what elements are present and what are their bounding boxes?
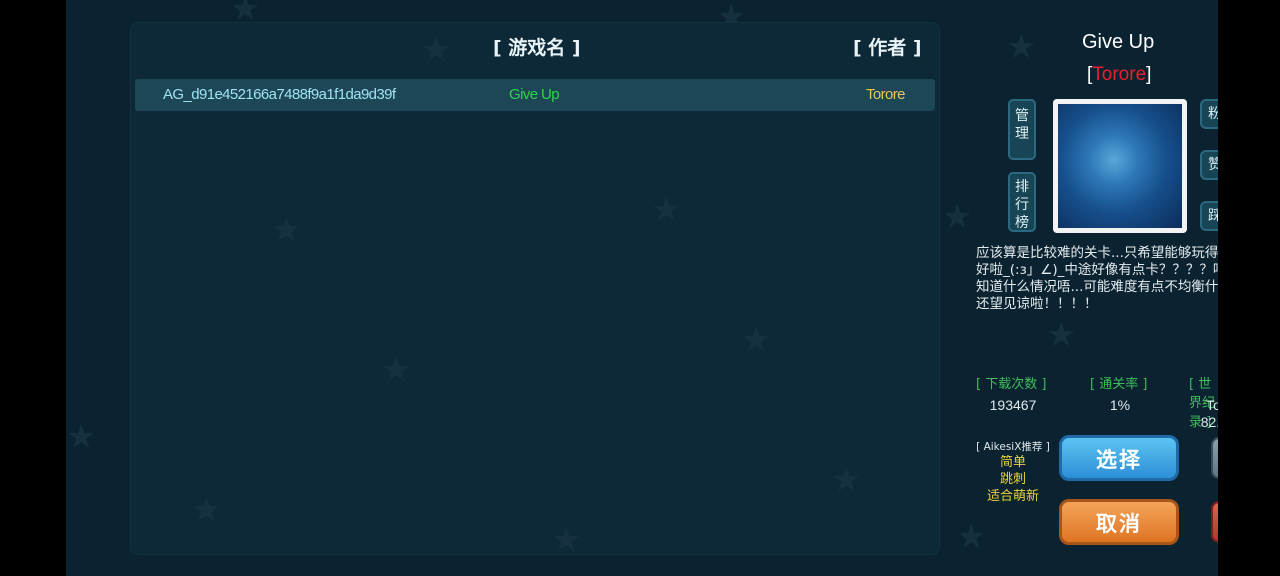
like-button[interactable]: 赞 [1200,150,1218,180]
manage-button[interactable]: 管理 [1008,99,1036,160]
recommend-tag: 简单 [999,455,1026,470]
column-header-author: [ 作者 ] [853,37,922,59]
fans-button[interactable]: 粉 [1200,99,1218,129]
cancel-button[interactable]: 取消 [1059,499,1179,545]
row-level-author: Torore [866,86,906,103]
download-button[interactable] [1211,437,1218,479]
downloads-label: [ 下载次数 ] [976,377,1047,392]
game-select-screen: ★ ★ ★ ★ ★ ★ ★ ★ ★ ★ ★ ★ ★ ★ ★ ★ [ 游戏名 ] … [66,0,1218,576]
recommend-title: [ AikesiX推荐 ] [976,441,1050,453]
bg-star-icon: ★ [191,490,222,530]
leaderboard-label: 排行榜 [1015,179,1029,231]
clear-rate-label: [ 通关率 ] [1090,377,1148,392]
level-description: 应该算是比较难的关卡...只希望能够玩得开心就好啦_(:з」∠)_中途好像有点卡… [976,245,1218,312]
close-x-icon [1213,503,1218,541]
bracket-close: ] [1146,64,1152,85]
like-label: 赞 [1208,157,1218,173]
bg-star-icon: ★ [66,417,97,457]
close-button[interactable] [1211,501,1218,543]
level-thumbnail-frame [1053,99,1187,233]
table-row[interactable]: AG_d91e452166a7488f9a1f1da9d39f Give Up … [135,79,935,111]
bg-star-icon: ★ [942,197,973,237]
world-record-holder: Torore [1206,397,1218,413]
bg-star-icon: ★ [831,460,862,500]
download-icon [1213,439,1218,477]
bg-star-icon: ★ [1046,315,1077,355]
bg-star-icon: ★ [271,210,302,250]
manage-label: 管理 [1015,108,1029,142]
bg-star-icon: ★ [956,517,987,557]
level-list-panel: ★ ★ ★ ★ ★ ★ ★ ★ [ 游戏名 ] [ 作者 ] AG_d91e45… [130,22,940,560]
level-author-line[interactable]: [Torore] [1087,64,1151,86]
recommend-tag: 适合萌新 [986,489,1039,504]
bg-star-icon: ★ [421,30,452,70]
bg-star-icon: ★ [741,320,772,360]
row-level-name: Give Up [509,86,560,103]
clear-rate-value: 1% [1109,397,1131,413]
world-record-time: 82.2261 [1200,414,1218,430]
bg-star-icon: ★ [381,350,412,390]
level-author: Torore [1092,64,1147,85]
recommend-tags: 简单 跳刺 适合萌新 [974,454,1052,505]
level-title: Give Up [1082,31,1155,53]
bg-star-icon: ★ [551,520,582,560]
downloads-value: 193467 [989,397,1037,413]
fans-label: 粉 [1208,106,1218,122]
bg-star-icon: ★ [1006,27,1037,67]
dislike-label: 踩 [1208,208,1218,224]
leaderboard-button[interactable]: 排行榜 [1008,172,1036,232]
select-button[interactable]: 选择 [1059,435,1179,481]
row-level-id: AG_d91e452166a7488f9a1f1da9d39f [163,86,396,103]
level-thumbnail-image [1058,104,1182,228]
dislike-button[interactable]: 踩 [1200,201,1218,231]
recommend-tag: 跳刺 [999,472,1026,487]
column-header-game-name: [ 游戏名 ] [493,37,581,59]
bg-star-icon: ★ [651,190,682,230]
